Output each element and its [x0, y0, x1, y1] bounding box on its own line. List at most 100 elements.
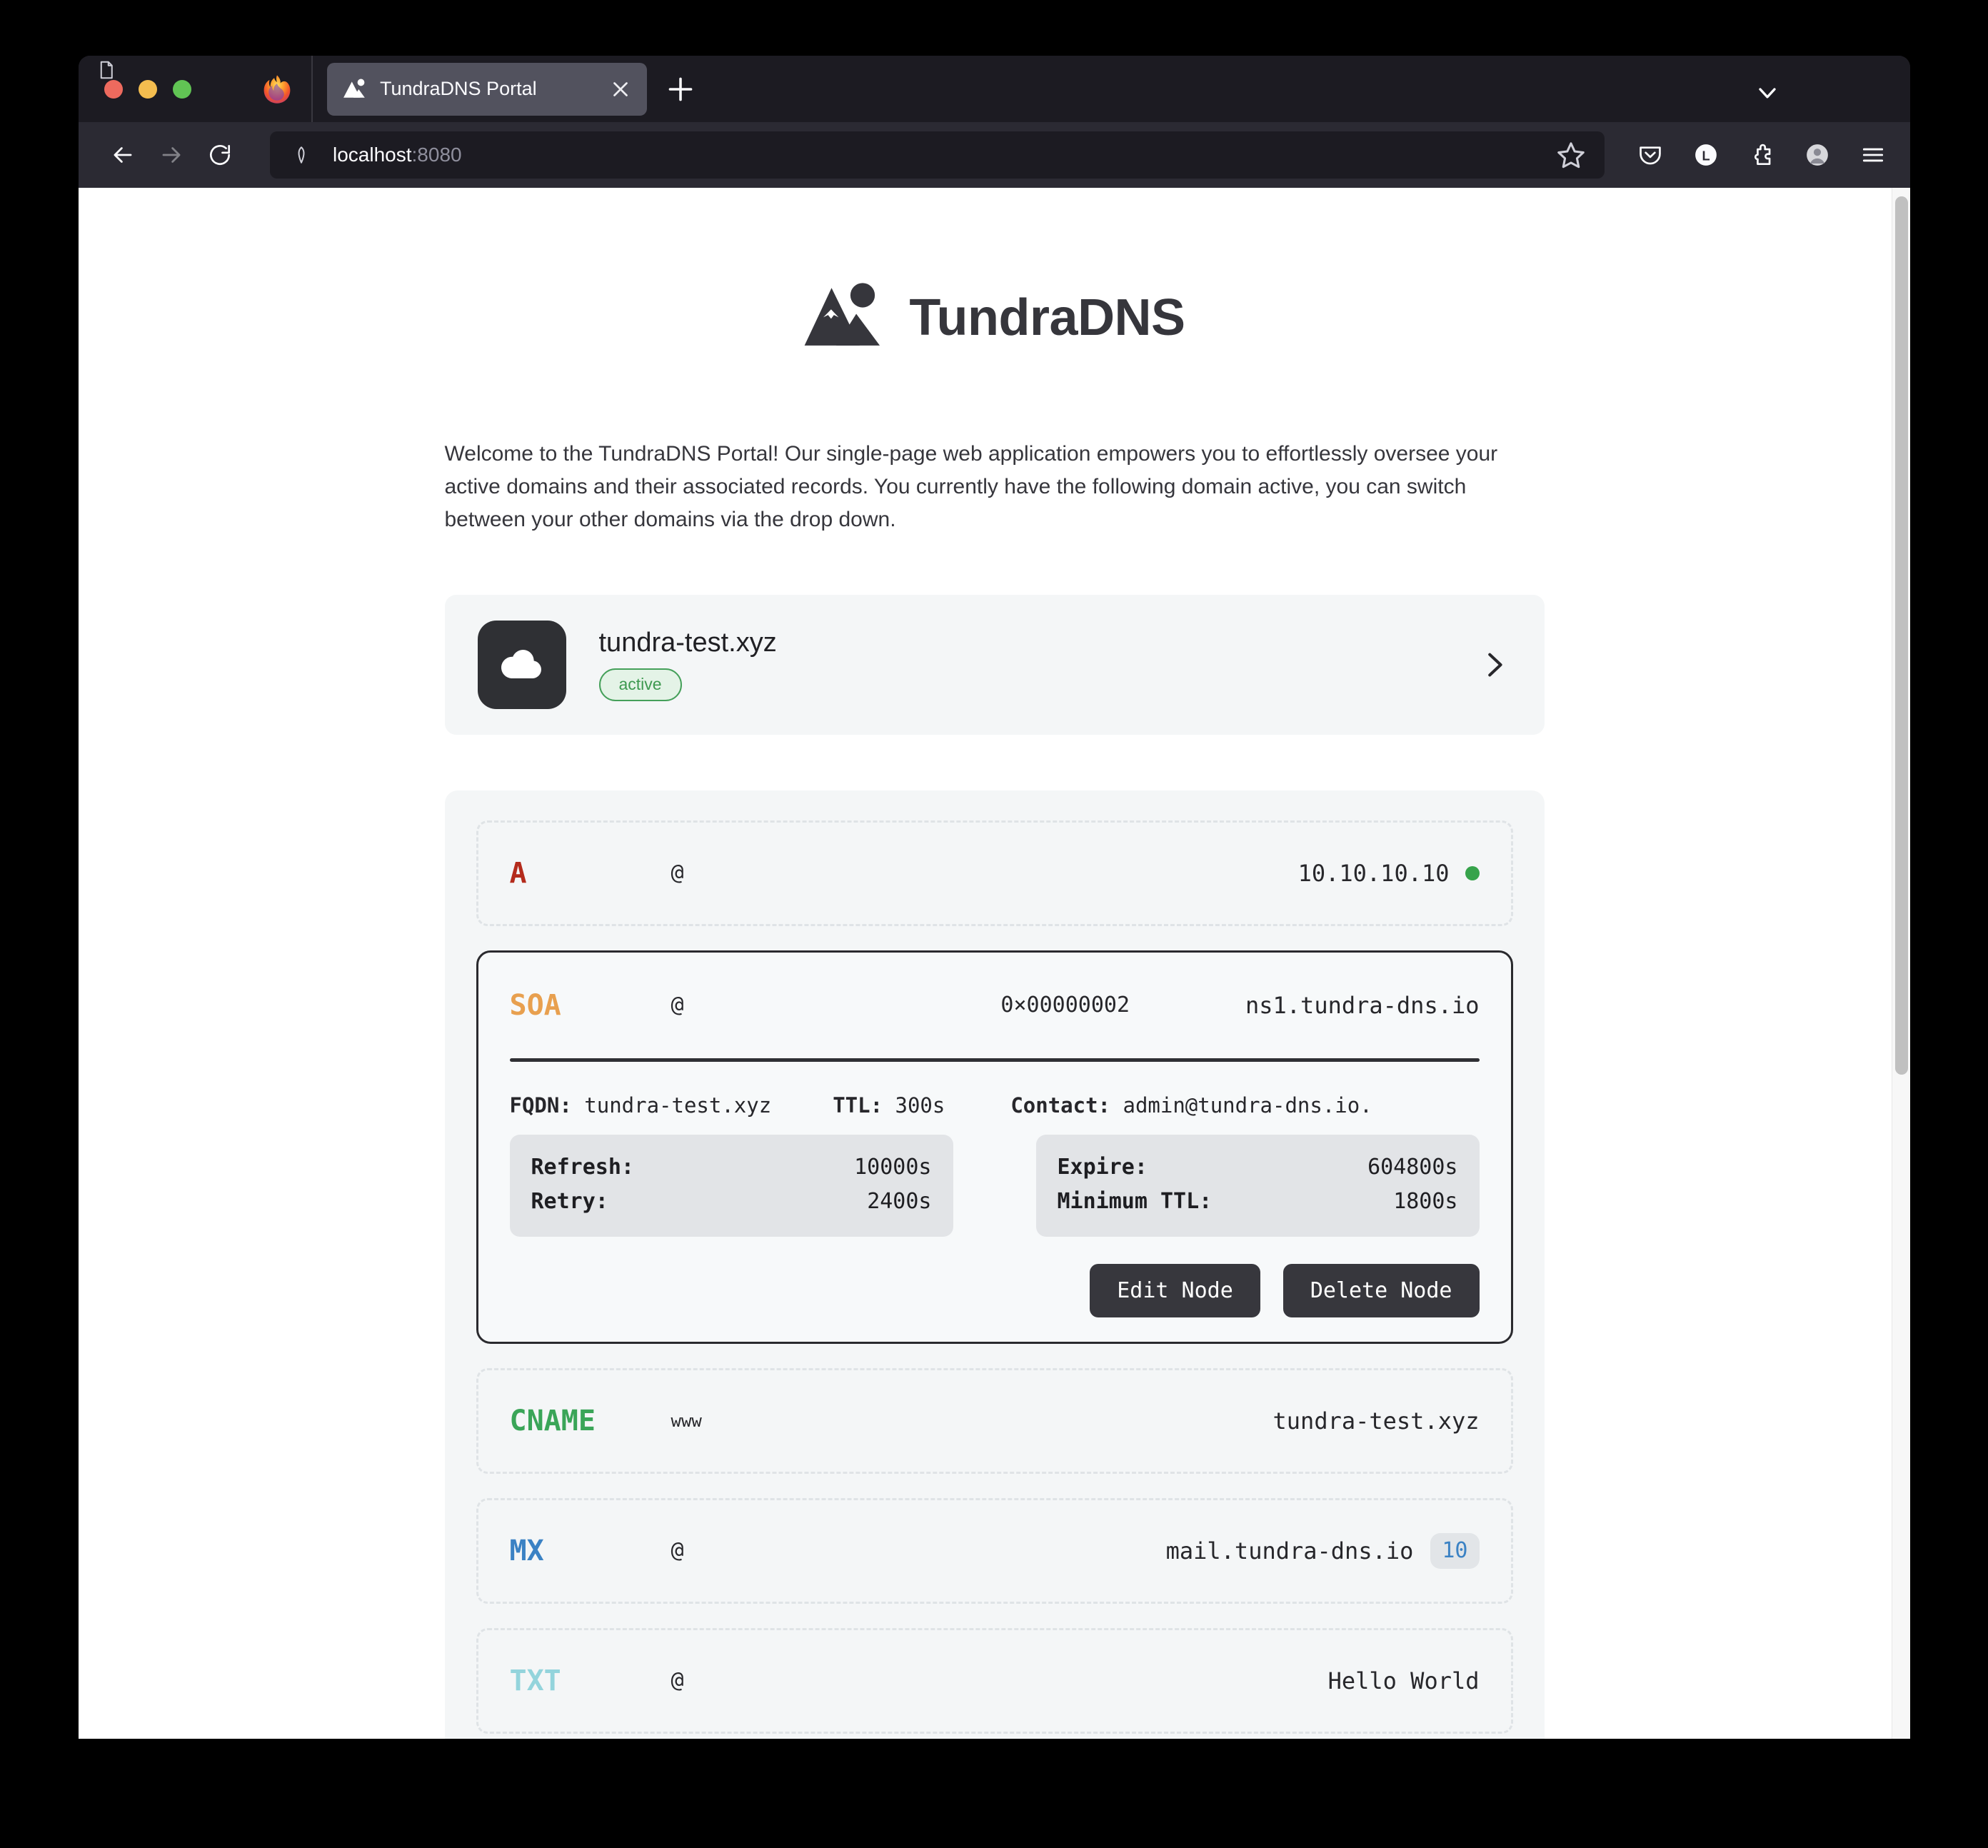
- record-row-mx[interactable]: MX @ mail.tundra-dns.io 10: [476, 1497, 1513, 1604]
- record-value: mail.tundra-dns.io: [1165, 1537, 1414, 1565]
- firefox-logo-icon: [243, 74, 311, 104]
- delete-node-button[interactable]: Delete Node: [1282, 1263, 1480, 1317]
- pocket-icon[interactable]: [1633, 138, 1667, 172]
- soa-refresh-value: 10000s: [854, 1154, 932, 1180]
- browser-tab[interactable]: TundraDNS Portal: [327, 62, 647, 116]
- back-button[interactable]: [99, 131, 147, 179]
- page-content: TundraDNS Welcome to the TundraDNS Porta…: [444, 188, 1545, 1739]
- domain-selector-card[interactable]: tundra-test.xyz active: [444, 594, 1545, 735]
- record-value: ns1.tundra-dns.io: [1245, 991, 1480, 1019]
- record-type: A: [509, 856, 527, 890]
- app-brand-header: TundraDNS: [445, 282, 1545, 353]
- domain-meta: tundra-test.xyz active: [598, 628, 1477, 702]
- record-serial: 0×00000002: [1000, 993, 1130, 1018]
- menu-icon[interactable]: [1856, 138, 1890, 172]
- forward-button[interactable]: [147, 131, 196, 179]
- bookmark-star-icon[interactable]: [1555, 139, 1587, 171]
- web-page: TundraDNS Welcome to the TundraDNS Porta…: [79, 188, 1910, 1739]
- container-L-icon[interactable]: L: [1689, 138, 1723, 172]
- browser-window: TundraDNS Portal localhost:8080 L Tundra…: [79, 56, 1910, 1739]
- soa-expire-row: Expire: 604800s: [1058, 1150, 1458, 1185]
- svg-text:L: L: [1702, 149, 1710, 163]
- soa-contact-value: admin@tundra-dns.io.: [1123, 1093, 1372, 1118]
- record-host: @: [671, 993, 684, 1018]
- record-value-group: 10.10.10.10: [885, 860, 1480, 887]
- page-viewport: TundraDNS Welcome to the TundraDNS Porta…: [79, 188, 1910, 1739]
- reload-button[interactable]: [196, 131, 244, 179]
- close-tab-icon[interactable]: [608, 77, 633, 101]
- edit-node-button[interactable]: Edit Node: [1090, 1263, 1260, 1317]
- record-status-dot: [1465, 865, 1480, 880]
- url-bar[interactable]: localhost:8080: [100, 61, 1605, 179]
- soa-contact: Contact: admin@tundra-dns.io.: [1010, 1093, 1372, 1118]
- toolbar-icons: L: [1626, 138, 1890, 172]
- new-tab-button[interactable]: [663, 71, 698, 107]
- dns-records-panel: A @ 10.10.10.10 SOA @ 0×00000002 ns1.tun…: [444, 790, 1545, 1739]
- record-value-group: mail.tundra-dns.io 10: [885, 1532, 1480, 1569]
- soa-expire-value: 604800s: [1367, 1154, 1458, 1180]
- url-port: :8080: [411, 144, 462, 166]
- soa-fqdn-label: FQDN:: [509, 1093, 572, 1118]
- mountain-logo-icon: [803, 282, 883, 353]
- record-value: 10.10.10.10: [1297, 859, 1450, 887]
- tab-list-chevron-down-icon[interactable]: [1753, 79, 1782, 107]
- soa-summary-line: FQDN: tundra-test.xyz TTL: 300s Contact:…: [510, 1078, 1480, 1135]
- soa-ttl: TTL: 300s: [833, 1093, 945, 1118]
- soa-timer-grid: Refresh: 10000s Retry: 2400s Expire: 604…: [509, 1134, 1480, 1237]
- record-row-a[interactable]: A @ 10.10.10.10: [476, 820, 1513, 926]
- record-row-cname[interactable]: CNAME www tundra-test.xyz: [476, 1367, 1513, 1474]
- intro-paragraph: Welcome to the TundraDNS Portal! Our sin…: [444, 442, 1498, 531]
- record-host: @: [671, 1538, 684, 1564]
- record-value-group: Hello World: [885, 1667, 1480, 1694]
- url-host: localhost: [333, 144, 412, 166]
- url-text[interactable]: localhost:8080: [333, 144, 1555, 166]
- status-badge: active: [598, 668, 682, 702]
- soa-minttl-row: Minimum TTL: 1800s: [1058, 1185, 1458, 1220]
- chevron-right-icon[interactable]: [1477, 648, 1510, 681]
- soa-contact-label: Contact:: [1010, 1093, 1111, 1118]
- soa-expire-minttl-box: Expire: 604800s Minimum TTL: 1800s: [1035, 1134, 1480, 1237]
- soa-minttl-label: Minimum TTL:: [1057, 1189, 1213, 1215]
- record-row-soa-expanded[interactable]: SOA @ 0×00000002 ns1.tundra-dns.io FQDN:…: [476, 950, 1513, 1344]
- soa-refresh-row: Refresh: 10000s: [531, 1150, 932, 1185]
- tab-strip: TundraDNS Portal: [79, 56, 1910, 122]
- scrollbar-thumb[interactable]: [1895, 196, 1908, 1075]
- record-row-txt[interactable]: TXT @ Hello World: [476, 1627, 1513, 1734]
- record-host: @: [671, 1668, 684, 1694]
- record-type: CNAME: [509, 1404, 596, 1437]
- soa-retry-row: Retry: 2400s: [531, 1185, 932, 1220]
- soa-retry-value: 2400s: [867, 1189, 932, 1215]
- record-host: @: [671, 860, 684, 886]
- soa-refresh-retry-box: Refresh: 10000s Retry: 2400s: [509, 1134, 953, 1237]
- navigation-toolbar: localhost:8080 L: [79, 61, 1910, 188]
- shield-icon[interactable]: [287, 141, 316, 169]
- soa-retry-label: Retry:: [531, 1189, 608, 1215]
- record-value: Hello World: [1327, 1667, 1480, 1694]
- soa-ttl-value: 300s: [895, 1093, 945, 1118]
- maximize-window-button[interactable]: [173, 79, 191, 99]
- minimize-window-button[interactable]: [139, 79, 157, 99]
- divider: [509, 1058, 1480, 1062]
- page-title: TundraDNS: [909, 289, 1185, 346]
- account-avatar-icon[interactable]: [1800, 138, 1834, 172]
- soa-actions: Edit Node Delete Node: [510, 1263, 1480, 1317]
- soa-refresh-label: Refresh:: [531, 1154, 635, 1180]
- page-scrollbar[interactable]: [1892, 188, 1910, 1739]
- record-host: www: [671, 1410, 702, 1431]
- record-type: MX: [509, 1534, 544, 1567]
- cloud-icon: [477, 620, 566, 709]
- soa-expire-label: Expire:: [1057, 1154, 1148, 1180]
- domain-name: tundra-test.xyz: [598, 628, 777, 658]
- extensions-icon[interactable]: [1744, 138, 1779, 172]
- record-type: TXT: [509, 1664, 561, 1697]
- record-type: SOA: [509, 988, 561, 1022]
- soa-fqdn: FQDN: tundra-test.xyz: [510, 1093, 772, 1118]
- page-info-icon[interactable]: [91, 56, 120, 84]
- tab-separator: [311, 56, 313, 122]
- record-value: tundra-test.xyz: [1272, 1407, 1480, 1435]
- tab-title: TundraDNS Portal: [380, 78, 537, 99]
- tab-favicon-mountain-icon: [343, 77, 367, 101]
- soa-minttl-value: 1800s: [1393, 1189, 1458, 1215]
- record-value-group: tundra-test.xyz: [885, 1407, 1480, 1435]
- record-soa-header: SOA @ 0×00000002 ns1.tundra-dns.io: [510, 953, 1480, 1058]
